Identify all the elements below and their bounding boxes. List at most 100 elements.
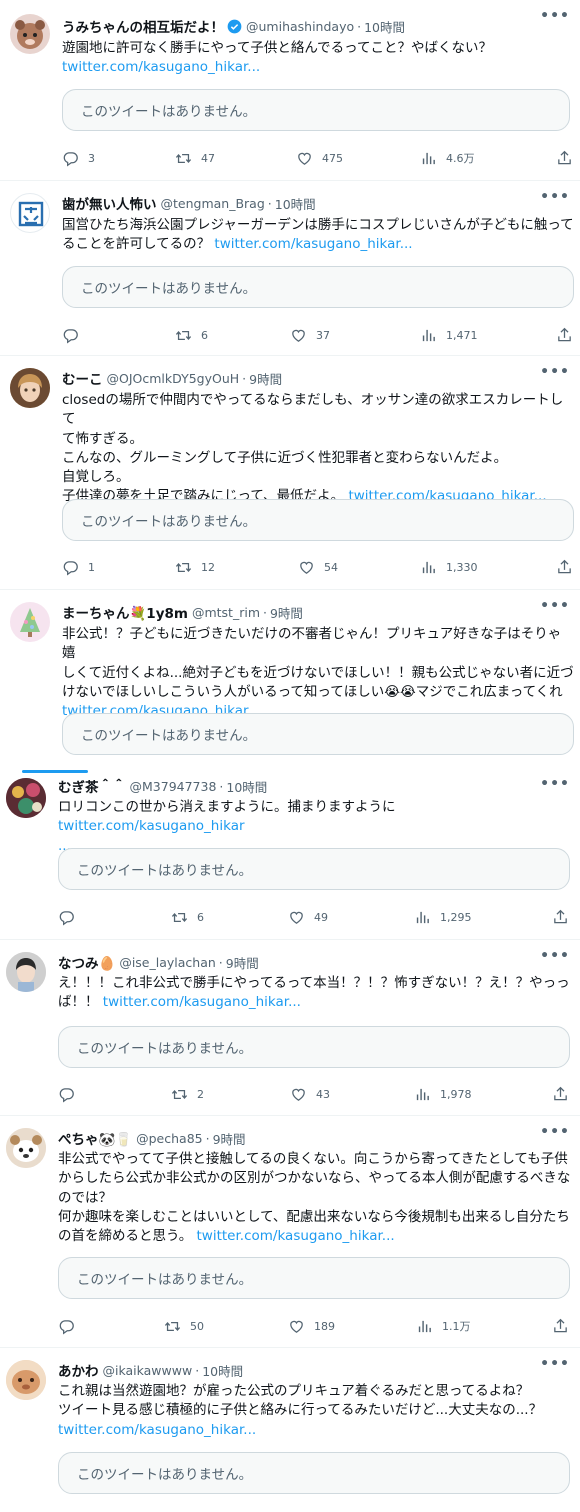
tweet-link[interactable]: twitter.com/kasugano_hikar... (214, 236, 412, 252)
timestamp[interactable]: 9時間 (226, 953, 259, 972)
more-icon[interactable]: ••• (540, 189, 570, 205)
share-icon[interactable] (552, 907, 569, 927)
display-name[interactable]: 歯が無い人怖い (62, 193, 157, 213)
retweet-button[interactable]: 12 (175, 557, 215, 577)
display-name[interactable]: むぎ茶＾＾ (58, 776, 126, 796)
timestamp[interactable]: 10時間 (275, 194, 316, 213)
reply-button[interactable] (58, 1084, 84, 1104)
share-icon[interactable] (552, 1316, 569, 1336)
timestamp[interactable]: 10時間 (226, 777, 267, 796)
avatar[interactable] (10, 602, 50, 642)
text-line: の首を締めると思う。 (58, 1228, 193, 1245)
tweet-5[interactable]: むぎ茶＾＾ @M37947738 · 10時間 ••• ロリコンこの世から消えま… (0, 776, 580, 940)
like-button[interactable]: 475 (296, 148, 343, 168)
quoted-tweet-unavailable[interactable]: このツイートはありません。 (62, 266, 574, 308)
display-name[interactable]: まーちゃん💐1y8m (62, 602, 188, 622)
quoted-tweet-unavailable[interactable]: このツイートはありません。 (62, 713, 574, 755)
text-line: closedの場所で仲間内でやってるならまだしも、オッサン達の欲求エスカレートし… (62, 392, 564, 428)
timestamp[interactable]: 10時間 (364, 17, 405, 36)
like-count: 49 (314, 910, 328, 924)
timestamp[interactable]: 9時間 (213, 1129, 246, 1148)
more-icon[interactable]: ••• (540, 598, 570, 614)
quoted-tweet-unavailable[interactable]: このツイートはありません。 (58, 1257, 570, 1299)
views-button[interactable]: 1,978 (414, 1084, 472, 1104)
share-icon[interactable] (556, 557, 573, 577)
reply-button[interactable] (58, 907, 84, 927)
views-button[interactable]: 4.6万 (420, 148, 475, 168)
reply-button[interactable] (58, 1316, 84, 1336)
quoted-tweet-unavailable[interactable]: このツイートはありません。 (62, 499, 574, 541)
tweet-4[interactable]: まーちゃん💐1y8m @mtst_rim · 9時間 ••• 非公式！？子どもに… (0, 590, 580, 770)
handle[interactable]: @ise_laylachan (119, 955, 215, 970)
views-button[interactable]: 1,330 (420, 557, 478, 577)
more-icon[interactable]: ••• (540, 1356, 570, 1372)
tweet-link[interactable]: twitter.com/kasugano_hikar... (197, 1228, 395, 1244)
more-icon[interactable]: ••• (540, 364, 570, 380)
more-icon[interactable]: ••• (540, 948, 570, 964)
handle[interactable]: @tengman_Brag (161, 196, 265, 211)
quoted-tweet-unavailable[interactable]: このツイートはありません。 (58, 848, 570, 890)
like-button[interactable]: 37 (290, 325, 330, 345)
avatar[interactable] (10, 14, 50, 54)
more-icon[interactable]: ••• (540, 8, 570, 24)
more-icon[interactable]: ••• (540, 776, 570, 792)
share-icon[interactable] (552, 1084, 569, 1104)
share-icon[interactable] (556, 325, 573, 345)
display-name[interactable]: むーこ (62, 368, 103, 388)
avatar[interactable] (6, 952, 46, 992)
tweet-link[interactable]: twitter.com/kasugano_hikar... (62, 59, 260, 75)
timestamp[interactable]: 9時間 (270, 603, 303, 622)
reply-button[interactable]: 1 (62, 557, 95, 577)
reply-button[interactable] (62, 325, 88, 345)
like-button[interactable]: 54 (298, 557, 338, 577)
avatar[interactable] (6, 778, 46, 818)
handle[interactable]: @mtst_rim (192, 605, 260, 620)
retweet-button[interactable]: 50 (164, 1316, 204, 1336)
tweet-link[interactable]: twitter.com/kasugano_hikar... (103, 994, 301, 1010)
quoted-tweet-unavailable[interactable]: このツイートはありません。 (62, 89, 570, 131)
handle[interactable]: @M37947738 (130, 779, 217, 794)
tweet-link[interactable]: twitter.com/kasugano_hikar... (58, 1422, 256, 1438)
tweet-header: むぎ茶＾＾ @M37947738 · 10時間 (58, 776, 267, 797)
avatar[interactable] (6, 1360, 46, 1400)
timestamp[interactable]: 9時間 (249, 369, 282, 388)
more-icon[interactable]: ••• (540, 1124, 570, 1140)
handle[interactable]: @ikaikawwww (103, 1363, 193, 1378)
handle[interactable]: @OJOcmlkDY5gyOuH (107, 371, 240, 386)
retweet-button[interactable]: 6 (175, 325, 208, 345)
share-icon[interactable] (556, 148, 573, 168)
like-count: 189 (314, 1319, 335, 1333)
like-button[interactable]: 43 (290, 1084, 330, 1104)
display-name[interactable]: うみちゃんの相互垢だよ！ (62, 16, 224, 36)
retweet-button[interactable]: 2 (171, 1084, 204, 1104)
tweet-6[interactable]: なつみ🥚 @ise_laylachan · 9時間 ••• え！！！これ非公式で… (0, 940, 580, 1116)
quoted-tweet-unavailable[interactable]: このツイートはありません。 (58, 1026, 570, 1068)
tweet-2[interactable]: 歯が無い人怖い @tengman_Brag · 10時間 ••• 国営ひたち海浜… (0, 181, 580, 356)
retweet-count: 12 (201, 560, 215, 574)
views-button[interactable]: 1,471 (420, 325, 478, 345)
separator-dot: · (205, 1130, 210, 1146)
tweet-7[interactable]: ぺちゃ🐼🥛 @pecha85 · 9時間 ••• 非公式でやってて子供と接触して… (0, 1116, 580, 1348)
tweet-1[interactable]: うみちゃんの相互垢だよ！ @umihashindayo · 10時間 ••• 遊… (0, 0, 580, 181)
like-button[interactable]: 49 (288, 907, 328, 927)
text-line: ロリコンこの世から消えますように。捕まりますように (58, 799, 396, 815)
retweet-button[interactable]: 6 (171, 907, 204, 927)
views-button[interactable]: 1.1万 (416, 1316, 471, 1336)
tweet-8[interactable]: あかわ @ikaikawwww · 10時間 ••• これ親は当然遊園地？が雇っ… (0, 1348, 580, 1512)
avatar[interactable] (10, 193, 50, 233)
retweet-button[interactable]: 47 (175, 148, 215, 168)
timestamp[interactable]: 10時間 (202, 1361, 243, 1380)
avatar[interactable] (6, 1128, 46, 1168)
like-button[interactable]: 189 (288, 1316, 335, 1336)
avatar[interactable] (10, 368, 50, 408)
display-name[interactable]: ぺちゃ🐼🥛 (58, 1128, 132, 1148)
display-name[interactable]: あかわ (58, 1360, 99, 1380)
handle[interactable]: @pecha85 (136, 1131, 203, 1146)
tweet-3[interactable]: むーこ @OJOcmlkDY5gyOuH · 9時間 ••• closedの場所… (0, 356, 580, 590)
display-name[interactable]: なつみ🥚 (58, 952, 115, 972)
quoted-tweet-unavailable[interactable]: このツイートはありません。 (58, 1452, 570, 1494)
views-button[interactable]: 1,295 (414, 907, 472, 927)
handle[interactable]: @umihashindayo (246, 19, 354, 34)
tweet-link[interactable]: twitter.com/kasugano_hikar (58, 818, 245, 834)
reply-button[interactable]: 3 (62, 148, 95, 168)
